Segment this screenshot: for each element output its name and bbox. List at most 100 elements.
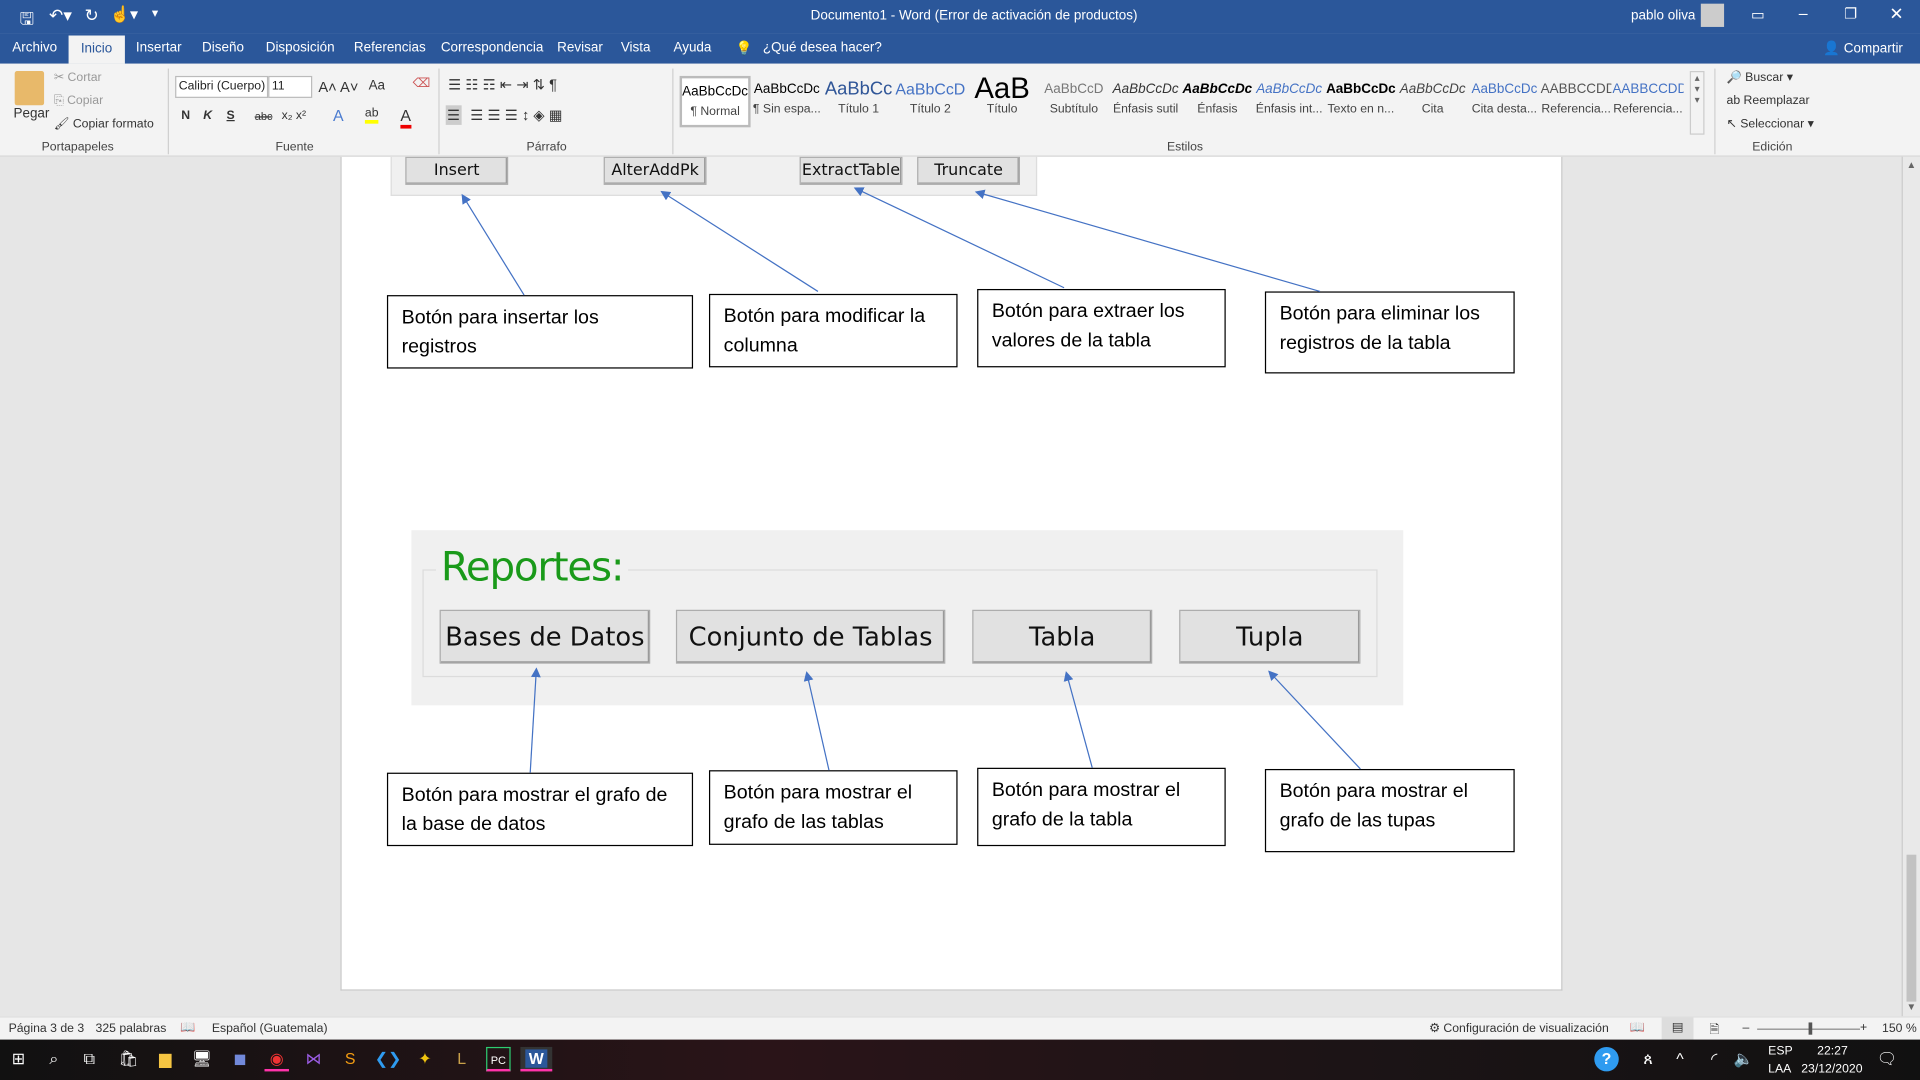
restore-button[interactable]: ❐ <box>1844 5 1857 22</box>
league-icon[interactable]: L <box>449 1047 473 1071</box>
windows-start-icon[interactable]: ⊞ <box>6 1047 30 1071</box>
user-name[interactable]: pablo oliva <box>1631 9 1695 24</box>
subscript-icon[interactable]: x₂ x² <box>282 109 306 122</box>
tab-ayuda[interactable]: Ayuda <box>673 40 711 55</box>
style-item[interactable]: AaB Título <box>967 76 1038 127</box>
font-name-select[interactable]: Calibri (Cuerpo) <box>175 75 269 98</box>
style-item[interactable]: AaBbCcDc Énfasis <box>1182 76 1253 127</box>
style-item[interactable]: AaBbCcD Título 2 <box>895 76 966 127</box>
text-effects-icon[interactable]: A <box>333 107 344 125</box>
clock-date[interactable]: 23/12/2020 <box>1801 1063 1862 1076</box>
display-settings[interactable]: ⚙ Configuración de visualización <box>1429 1022 1609 1035</box>
style-item[interactable]: AaBbCcDc Énfasis sutil <box>1110 76 1181 127</box>
notifications-icon[interactable]: 🗨 <box>1875 1047 1899 1071</box>
font-size-select[interactable]: 11 <box>268 75 313 98</box>
touch-mode-icon[interactable]: ☝▾ <box>110 5 138 25</box>
avatar[interactable] <box>1700 3 1725 27</box>
tab-disposicion[interactable]: Disposición <box>266 40 335 55</box>
cut-button[interactable]: ✂ Cortar <box>54 71 102 84</box>
style-item[interactable]: AABBCCDD Referencia... <box>1541 76 1612 127</box>
chrome-icon[interactable]: ◉ <box>264 1047 289 1072</box>
document-page[interactable]: Insert AlterAddPk ExtractTable Truncate … <box>340 156 1563 991</box>
save-icon[interactable]: 🖫 <box>20 6 35 35</box>
underline-button[interactable]: S <box>227 109 235 122</box>
undo-icon[interactable]: ↶▾ <box>49 5 72 26</box>
word-taskbar-icon[interactable]: W <box>520 1046 553 1072</box>
search-icon[interactable]: ⌕ <box>42 1047 66 1071</box>
style-item[interactable]: AABBCCDD Referencia... <box>1612 76 1683 127</box>
font-color-icon[interactable]: A <box>400 107 412 129</box>
tab-insertar[interactable]: Insertar <box>136 40 182 55</box>
style-item[interactable]: AaBbCcDc Texto en n... <box>1325 76 1396 127</box>
customize-qat-icon[interactable]: ▾ <box>152 7 158 20</box>
style-item[interactable]: AaBbCcD Subtítulo <box>1038 76 1109 127</box>
format-painter-button[interactable]: 🖌 Copiar formato <box>54 118 154 131</box>
vertical-scrollbar[interactable]: ▲ ▼ <box>1901 156 1920 1017</box>
file-explorer-icon[interactable]: ▆ <box>153 1047 177 1071</box>
word-count[interactable]: 325 palabras <box>96 1022 167 1035</box>
language[interactable]: Español (Guatemala) <box>212 1022 328 1035</box>
tab-correspondencia[interactable]: Correspondencia <box>441 40 544 55</box>
people-icon[interactable]: ጰ <box>1636 1047 1660 1071</box>
close-button[interactable]: ✕ <box>1889 4 1903 25</box>
print-layout-icon[interactable]: ▤ <box>1661 1017 1694 1040</box>
store-icon[interactable]: 🛍 <box>116 1047 140 1071</box>
style-item[interactable]: AaBbCcDc Cita <box>1397 76 1468 127</box>
vscode-icon[interactable]: ❮❯ <box>375 1047 402 1071</box>
sublime-icon[interactable]: S <box>338 1047 362 1071</box>
strikethrough-button[interactable]: abc <box>255 110 273 122</box>
wifi-icon[interactable]: ◜ <box>1702 1047 1726 1071</box>
clear-format-icon[interactable]: ⌫ <box>413 77 430 90</box>
align-icons[interactable]: ☰ ☰ ☰ ↕ ◈ ▦ <box>470 107 562 124</box>
change-case-button[interactable]: Aa <box>369 78 385 93</box>
minimize-button[interactable]: – <box>1799 4 1808 22</box>
find-button[interactable]: 🔎 Buscar ▾ <box>1727 71 1793 84</box>
zoom-out-button[interactable]: – <box>1742 1021 1749 1034</box>
scroll-down-icon[interactable]: ▼ <box>1907 1002 1917 1013</box>
italic-button[interactable]: K <box>203 109 212 122</box>
task-view-icon[interactable]: ⧉ <box>77 1047 101 1071</box>
tell-me-search[interactable]: ¿Qué desea hacer? <box>763 40 882 55</box>
tab-archivo[interactable]: Archivo <box>12 40 57 55</box>
input-lang-2[interactable]: LAA <box>1768 1063 1791 1076</box>
redo-icon[interactable]: ↻ <box>84 5 98 26</box>
copy-button[interactable]: ⎘ Copiar <box>54 94 103 107</box>
scroll-thumb[interactable] <box>1906 854 1917 1002</box>
tab-diseno[interactable]: Diseño <box>202 40 244 55</box>
style-item[interactable]: AaBbCcDc ¶ Sin espa... <box>751 76 822 127</box>
zoom-in-button[interactable]: + <box>1860 1021 1867 1034</box>
zoom-slider-thumb[interactable] <box>1808 1022 1813 1035</box>
align-left-icon[interactable]: ☰ <box>445 105 462 125</box>
style-item[interactable]: AaBbCc Título 1 <box>823 76 894 127</box>
page-count[interactable]: Página 3 de 3 <box>9 1022 85 1035</box>
grow-font-icon[interactable]: A˄ A˅ <box>318 78 358 95</box>
input-lang-1[interactable]: ESP <box>1768 1044 1793 1057</box>
tab-inicio[interactable]: Inicio <box>68 35 125 64</box>
clock-time[interactable]: 22:27 <box>1817 1044 1848 1057</box>
proofing-icon[interactable]: 📖 <box>180 1021 195 1034</box>
tab-vista[interactable]: Vista <box>621 40 651 55</box>
zoom-level[interactable]: 150 % <box>1882 1022 1917 1035</box>
scroll-up-icon[interactable]: ▲ <box>1907 159 1917 170</box>
bullets-icon[interactable]: ☰ ☷ ☶ ⇤ ⇥ ⇅ ¶ <box>448 76 557 93</box>
help-icon[interactable]: ? <box>1594 1046 1619 1072</box>
share-button[interactable]: 👤 Compartir <box>1823 40 1903 57</box>
discord-icon[interactable]: ◼ <box>228 1047 252 1071</box>
read-mode-icon[interactable]: 📖 <box>1630 1021 1645 1034</box>
style-item[interactable]: AaBbCcDc Énfasis int... <box>1254 76 1325 127</box>
bold-button[interactable]: N <box>181 109 190 122</box>
pycharm-icon[interactable]: PC <box>486 1046 511 1072</box>
paste-button[interactable]: Pegar <box>13 107 49 122</box>
tray-chevron-icon[interactable]: ^ <box>1668 1047 1692 1071</box>
select-button[interactable]: ↖ Seleccionar ▾ <box>1727 118 1814 131</box>
style-item[interactable]: AaBbCcDc Cita desta... <box>1469 76 1540 127</box>
visual-studio-icon[interactable]: ⋈ <box>301 1047 325 1071</box>
volume-icon[interactable]: 🔈 <box>1731 1047 1755 1071</box>
highlight-icon[interactable]: ab <box>364 107 379 124</box>
replace-button[interactable]: ab Reemplazar <box>1727 94 1810 107</box>
ribbon-display-icon[interactable]: ▭ <box>1751 6 1765 23</box>
tab-referencias[interactable]: Referencias <box>354 40 426 55</box>
styles-scroll[interactable]: ▴ ▾ ▾ <box>1689 71 1705 135</box>
tab-revisar[interactable]: Revisar <box>557 40 603 55</box>
python-app-icon[interactable]: ✦ <box>413 1047 437 1071</box>
